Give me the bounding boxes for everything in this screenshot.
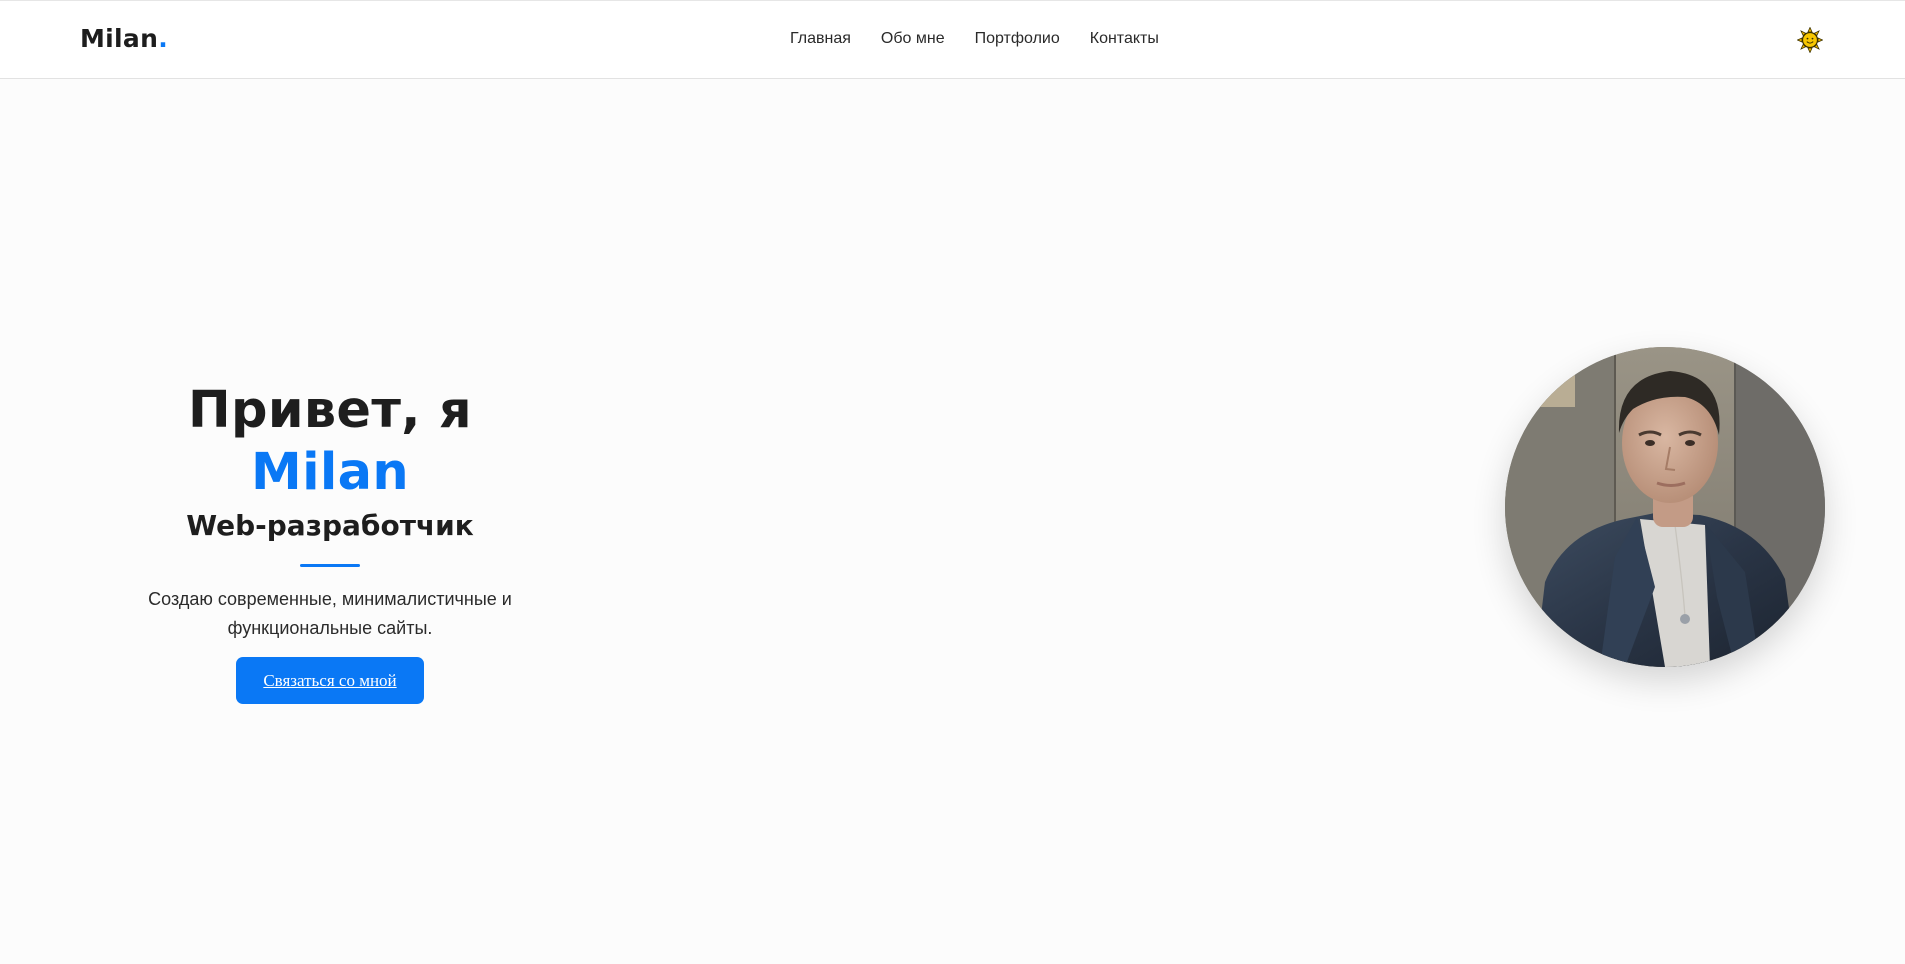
accent-divider [300, 564, 360, 567]
nav-link-portfolio[interactable]: Портфолио [975, 29, 1060, 49]
logo-text: Milan [80, 24, 159, 53]
main-nav: Главная Обо мне Портфолио Контакты [790, 29, 1159, 49]
profile-photo [1505, 347, 1825, 667]
theme-toggle-button[interactable] [1796, 26, 1824, 54]
hero-title-name: Milan [251, 443, 409, 502]
nav-link-about[interactable]: Обо мне [881, 29, 945, 49]
hero-description: Создаю современные, минималистичные и фу… [148, 589, 512, 638]
hero-section: Привет, я Milan Web-разработчик Создаю с… [110, 380, 550, 704]
logo-dot: . [158, 24, 168, 53]
hero-title-prefix: Привет, я [188, 381, 472, 440]
logo[interactable]: Milan. [80, 23, 168, 55]
sun-icon [1796, 26, 1824, 54]
hero-subtitle: Web-разработчик [186, 509, 474, 542]
site-header: Milan. Главная Обо мне Портфолио Контакт… [0, 0, 1905, 79]
nav-link-home[interactable]: Главная [790, 29, 851, 49]
nav-link-contacts[interactable]: Контакты [1090, 29, 1159, 49]
hero-title: Привет, я Milan [110, 380, 550, 504]
contact-me-button[interactable]: Связаться со мной [236, 657, 424, 704]
